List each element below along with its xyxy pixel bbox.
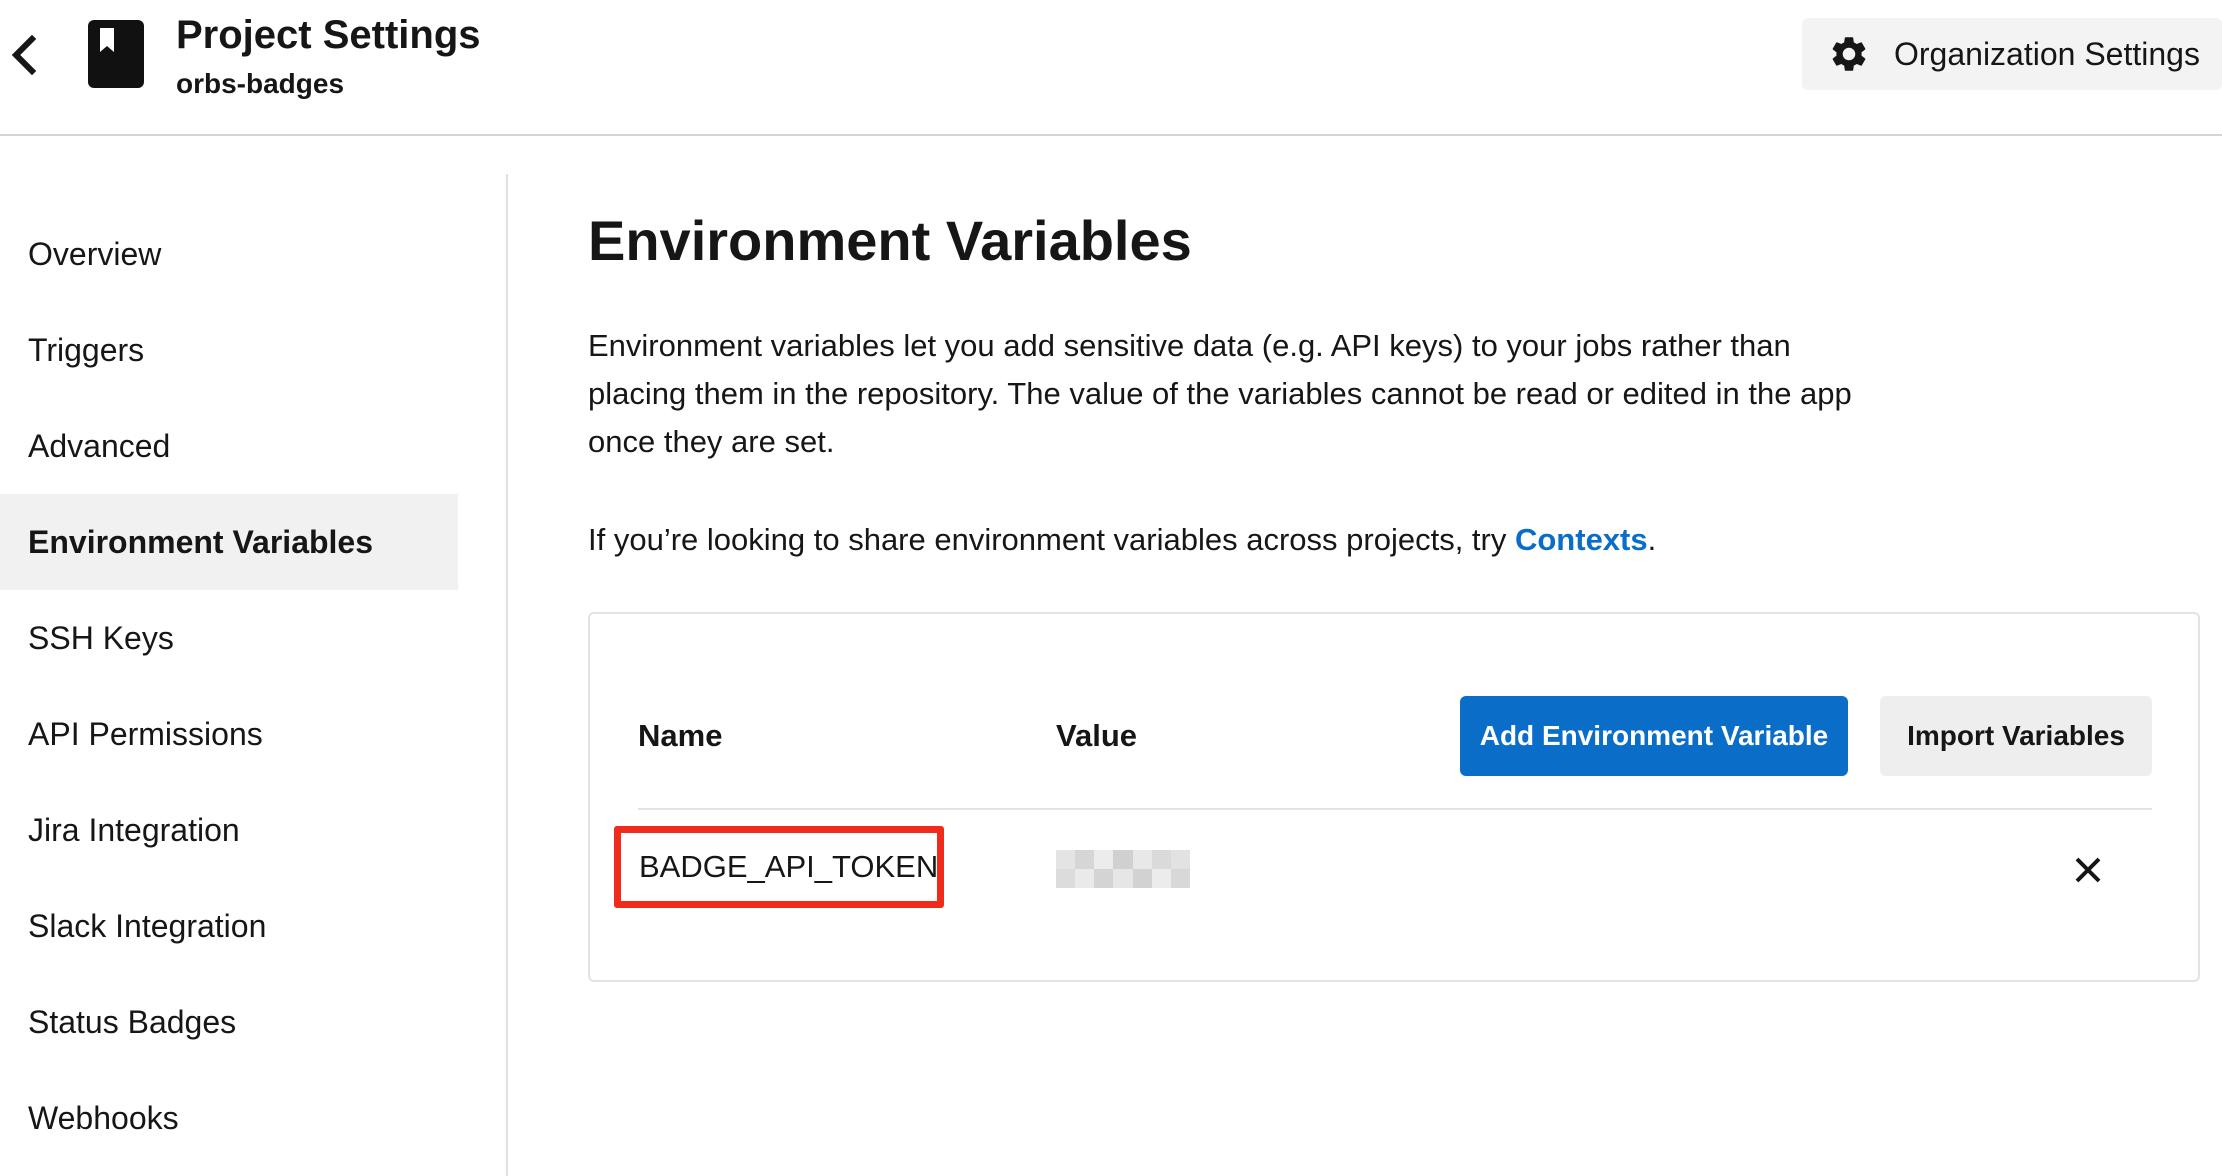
sidebar-item-overview[interactable]: Overview <box>0 206 458 302</box>
sidebar-item-ssh-keys[interactable]: SSH Keys <box>0 590 458 686</box>
sidebar-item-label: Environment Variables <box>28 523 374 560</box>
back-button[interactable] <box>6 30 40 80</box>
chevron-left-icon <box>11 35 36 75</box>
contexts-hint: If you’re looking to share environment v… <box>588 516 1888 564</box>
sidebar-item-label: Advanced <box>28 427 171 464</box>
contexts-hint-suffix: . <box>1647 522 1657 557</box>
sidebar-item-environment-variables[interactable]: Environment Variables <box>0 494 458 590</box>
section-description: Environment variables let you add sensit… <box>588 328 1852 459</box>
column-header-value: Value <box>1056 718 1137 753</box>
top-header: Project Settings orbs-badges Organizatio… <box>0 0 2222 136</box>
sidebar-item-api-permissions[interactable]: API Permissions <box>0 686 458 782</box>
sidebar-item-label: Triggers <box>28 331 145 368</box>
header-title-block: Project Settings orbs-badges <box>176 10 481 104</box>
page-title: Project Settings <box>176 13 481 57</box>
sidebar-item-triggers[interactable]: Triggers <box>0 302 458 398</box>
gear-icon <box>1832 37 1866 71</box>
delete-variable-button[interactable] <box>2068 850 2108 890</box>
variable-name: BADGE_API_TOKEN <box>639 849 939 884</box>
sidebar-item-label: Jira Integration <box>28 811 240 848</box>
sidebar-item-label: Webhooks <box>28 1099 179 1136</box>
organization-settings-label: Organization Settings <box>1894 35 2200 72</box>
sidebar-item-label: API Permissions <box>28 715 263 752</box>
sidebar-item-advanced[interactable]: Advanced <box>0 398 458 494</box>
section-title: Environment Variables <box>588 209 1192 272</box>
project-name: orbs-badges <box>176 68 345 99</box>
sidebar-item-status-badges[interactable]: Status Badges <box>0 974 458 1070</box>
sidebar-item-webhooks[interactable]: Webhooks <box>0 1070 458 1166</box>
sidebar-item-label: SSH Keys <box>28 619 174 656</box>
env-vars-card: Name Value Add Environment Variable Impo… <box>588 612 2200 982</box>
sidebar-item-label: Overview <box>28 235 162 272</box>
sidebar-item-label: Slack Integration <box>28 907 267 944</box>
contexts-hint-text: If you’re looking to share environment v… <box>588 522 1515 557</box>
column-header-name: Name <box>638 718 723 753</box>
contexts-link[interactable]: Contexts <box>1515 522 1648 557</box>
add-environment-variable-button[interactable]: Add Environment Variable <box>1460 696 1848 776</box>
close-icon <box>2075 857 2101 883</box>
sidebar-divider <box>506 174 508 1176</box>
highlight-box: BADGE_API_TOKEN <box>614 826 944 908</box>
sidebar-item-jira-integration[interactable]: Jira Integration <box>0 782 458 878</box>
sidebar-item-label: Status Badges <box>28 1003 237 1040</box>
organization-settings-button[interactable]: Organization Settings <box>1802 18 2222 90</box>
table-divider <box>638 808 2152 810</box>
bookmark-book-icon <box>88 20 144 88</box>
sidebar-item-slack-integration[interactable]: Slack Integration <box>0 878 458 974</box>
masked-value <box>1056 850 1190 888</box>
import-variables-button[interactable]: Import Variables <box>1880 696 2152 776</box>
